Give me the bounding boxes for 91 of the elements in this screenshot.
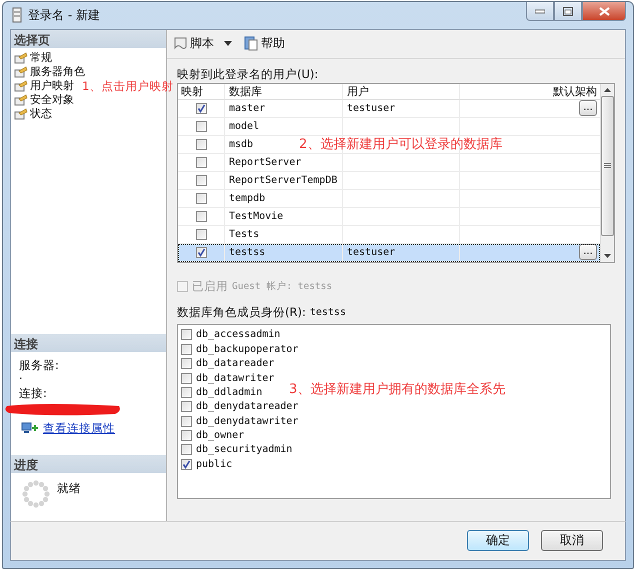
page-icon bbox=[14, 52, 28, 64]
checkbox[interactable] bbox=[196, 210, 206, 222]
role-name: db_securityadmin bbox=[196, 444, 292, 456]
checkbox[interactable] bbox=[196, 102, 206, 114]
section-header: 进度 bbox=[11, 454, 166, 473]
table-cell: testuser bbox=[343, 244, 460, 261]
scroll-icon bbox=[173, 36, 188, 52]
page-icon bbox=[14, 80, 28, 92]
column-header: 数据库 bbox=[225, 84, 343, 99]
column-header: 默认架构 bbox=[552, 84, 598, 99]
table-cell: tempdb bbox=[225, 190, 343, 207]
checkbox[interactable] bbox=[196, 120, 206, 132]
roles-label: 数据库角色成员身份(R): bbox=[177, 305, 306, 320]
ok-button[interactable]: 确定 bbox=[467, 530, 529, 552]
role-name: db_owner bbox=[196, 430, 244, 442]
checkbox[interactable] bbox=[181, 358, 192, 370]
role-name: db_accessadmin bbox=[196, 329, 280, 340]
role-name: db_datawriter bbox=[196, 372, 274, 384]
section-header: 选择页 bbox=[11, 30, 166, 48]
table-cell: testuser bbox=[343, 100, 460, 117]
column-header: 用户 bbox=[343, 84, 460, 99]
sidebar-item[interactable]: 状态 bbox=[30, 106, 52, 122]
table-cell: master bbox=[225, 100, 343, 117]
annotation-text: 2、选择新建用户可以登录的数据库 bbox=[299, 136, 502, 153]
role-name: db_ddladmin bbox=[196, 386, 262, 398]
maximize-button[interactable] bbox=[554, 2, 582, 21]
role-name: db_backupoperator bbox=[196, 344, 298, 355]
table-cell: model bbox=[225, 118, 343, 135]
table-cell: testss bbox=[225, 244, 343, 261]
sidebar-item[interactable]: 用户映射 bbox=[30, 78, 74, 94]
server-value: . bbox=[19, 372, 22, 384]
close-icon bbox=[598, 6, 610, 16]
column-header: 映射 bbox=[178, 84, 225, 99]
book-icon bbox=[244, 36, 259, 52]
checkbox[interactable] bbox=[181, 386, 192, 398]
checkbox[interactable] bbox=[196, 174, 206, 186]
role-name: public bbox=[196, 458, 232, 470]
table-cell: ReportServerTempDB bbox=[225, 172, 343, 189]
checkbox[interactable] bbox=[196, 138, 206, 150]
checkbox[interactable] bbox=[181, 401, 192, 412]
annotation-text: 3、选择新建用户拥有的数据库全系先 bbox=[289, 381, 506, 398]
spinner-icon bbox=[21, 478, 51, 509]
help-button[interactable]: 帮助 bbox=[242, 34, 287, 54]
minimize-icon bbox=[535, 8, 545, 14]
sidebar-item[interactable]: 安全对象 bbox=[30, 92, 74, 108]
progress-status: 就绪 bbox=[57, 480, 81, 497]
checkbox[interactable] bbox=[181, 416, 192, 427]
role-name: db_datareader bbox=[196, 358, 274, 370]
up-arrow-icon bbox=[604, 88, 611, 92]
server-label: 服务器: bbox=[19, 358, 60, 372]
down-arrow-icon bbox=[604, 254, 611, 258]
checkbox[interactable] bbox=[181, 430, 192, 442]
minimize-button[interactable] bbox=[526, 2, 554, 21]
checkbox[interactable] bbox=[181, 372, 192, 384]
page-icon bbox=[14, 94, 28, 106]
sidebar-item[interactable]: 常规 bbox=[30, 50, 52, 66]
guest-account-label: Guest 帐户: testss bbox=[232, 280, 332, 294]
table-cell: TestMovie bbox=[225, 208, 343, 225]
annotation-text: 1、点击用户映射 bbox=[82, 79, 174, 94]
role-name: db_denydatareader bbox=[196, 401, 298, 412]
sidebar-item[interactable]: 服务器角色 bbox=[30, 64, 85, 80]
database-name: testss bbox=[310, 307, 346, 318]
scrollbar[interactable] bbox=[600, 84, 614, 262]
section-header: 连接 bbox=[11, 334, 166, 352]
grid-label: 映射到此登录名的用户(U): bbox=[177, 66, 320, 82]
cancel-button[interactable]: 取消 bbox=[541, 530, 603, 552]
checkbox[interactable] bbox=[196, 192, 206, 204]
checkbox[interactable] bbox=[181, 458, 192, 470]
checkbox[interactable] bbox=[181, 344, 192, 355]
grip-icon bbox=[604, 163, 611, 168]
checkbox[interactable] bbox=[196, 228, 206, 240]
checkbox[interactable] bbox=[181, 329, 192, 340]
table-cell: Tests bbox=[225, 226, 343, 243]
checkbox[interactable] bbox=[196, 246, 206, 258]
guest-checkbox-label: 已启用 bbox=[192, 279, 228, 294]
connection-label: 连接: bbox=[19, 386, 48, 400]
script-button[interactable]: 脚本 bbox=[171, 34, 216, 54]
window-title: 登录名 - 新建 bbox=[28, 6, 100, 24]
close-button[interactable] bbox=[582, 2, 626, 21]
maximize-icon bbox=[563, 6, 573, 16]
role-name: db_denydatawriter bbox=[196, 416, 298, 427]
table-cell: ReportServer bbox=[225, 154, 343, 171]
properties-icon bbox=[21, 421, 39, 436]
connection-properties-link[interactable]: 查看连接属性 bbox=[43, 420, 115, 436]
browse-button[interactable]: ... bbox=[579, 244, 597, 260]
window-icon bbox=[12, 7, 22, 24]
page-icon bbox=[14, 108, 28, 120]
browse-button[interactable]: ... bbox=[579, 100, 597, 116]
page-icon bbox=[14, 66, 28, 78]
checkbox[interactable] bbox=[181, 444, 192, 456]
checkbox[interactable] bbox=[196, 156, 206, 168]
